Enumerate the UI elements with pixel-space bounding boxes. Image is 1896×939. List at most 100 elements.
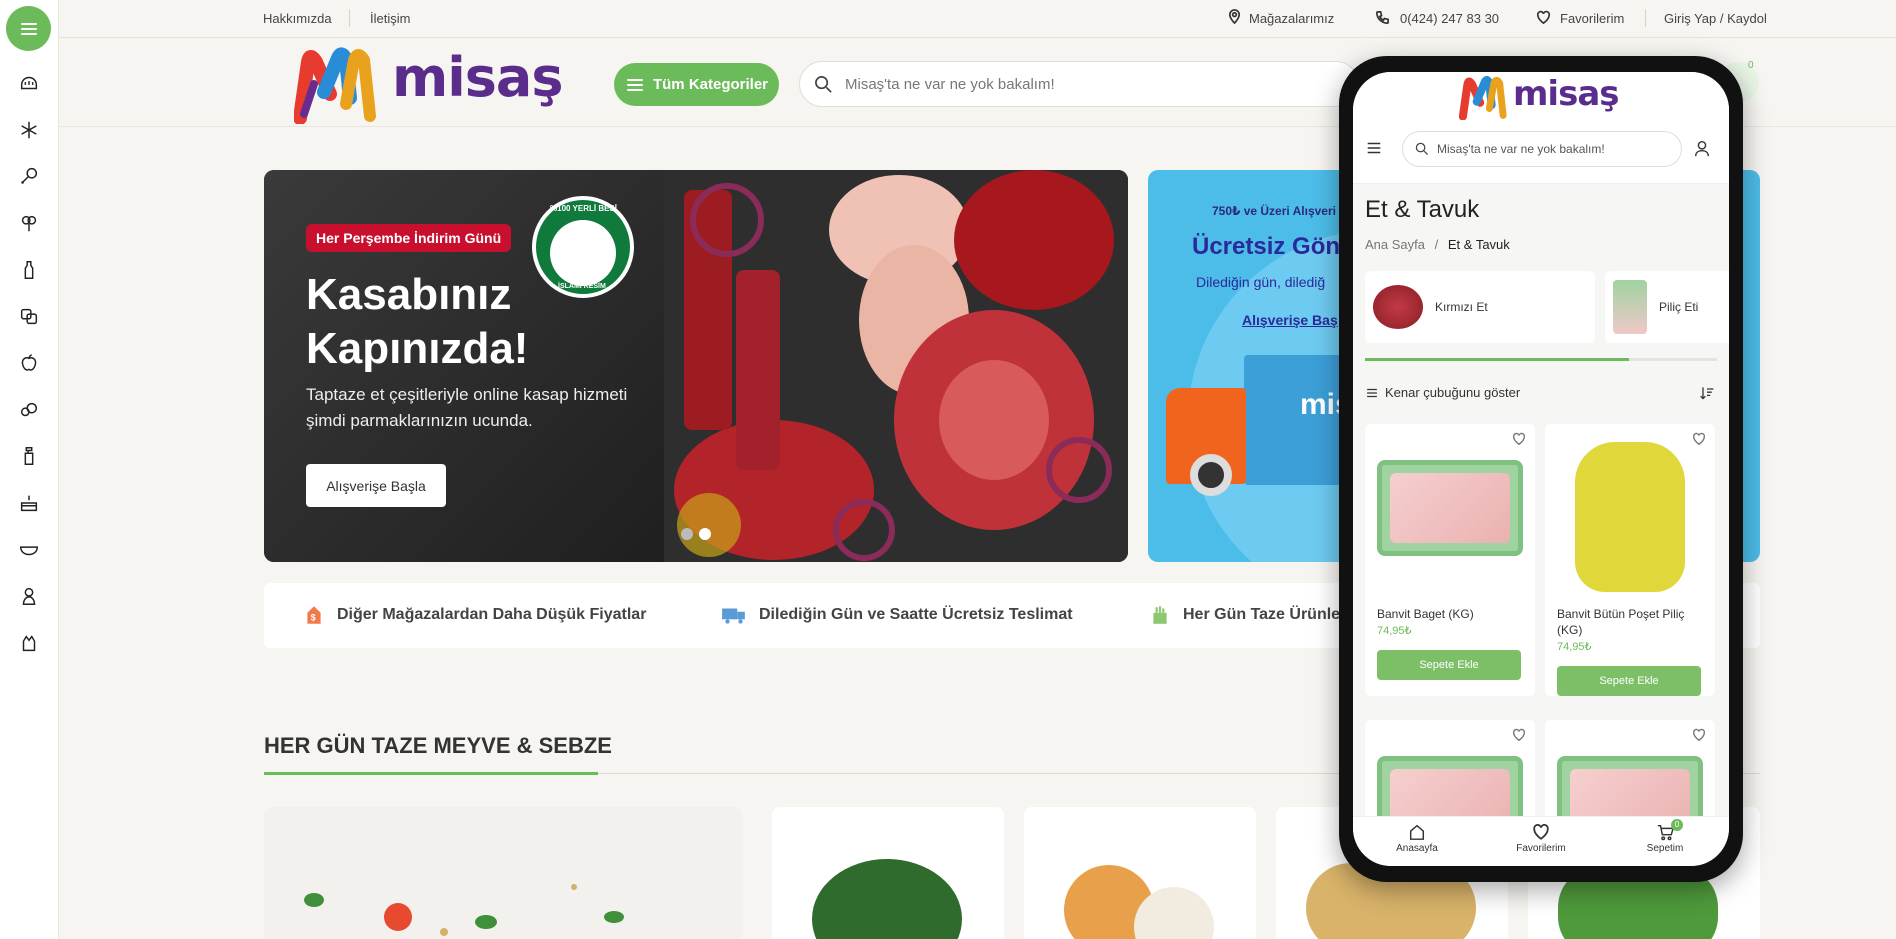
truck-icon xyxy=(722,608,745,624)
snowflake-icon[interactable] xyxy=(14,115,44,145)
phone-menu-button[interactable] xyxy=(1365,139,1383,162)
bowl-icon[interactable] xyxy=(14,534,44,564)
breadcrumb: Ana Sayfa / Et & Tavuk xyxy=(1365,237,1510,252)
favorite-heart-icon[interactable] xyxy=(1692,432,1706,451)
phone-search-input[interactable]: Misaş'ta ne var ne yok bakalım! xyxy=(1402,131,1682,167)
favorite-heart-icon[interactable] xyxy=(1692,728,1706,747)
seal-bottom-text: İSLAMİ KESİM xyxy=(558,283,606,290)
breadcrumb-current: Et & Tavuk xyxy=(1447,237,1510,252)
watermelon-image xyxy=(812,859,962,939)
phone-number[interactable]: 0(424) 247 83 30 xyxy=(1400,11,1499,26)
nav-home[interactable]: Anasayfa xyxy=(1367,823,1467,854)
breadcrumb-separator: / xyxy=(1434,237,1439,252)
add-to-cart-button[interactable]: Sepete Ekle xyxy=(1377,650,1521,680)
product-card[interactable] xyxy=(1365,720,1535,852)
subcategory-red-meat[interactable]: Kırmızı Et xyxy=(1365,271,1595,343)
search-icon xyxy=(1415,142,1429,156)
sort-button[interactable] xyxy=(1699,385,1715,406)
subcategory-chicken[interactable]: Piliç Eti xyxy=(1605,271,1729,343)
scrollbar-thumb[interactable] xyxy=(1365,358,1629,361)
apple-icon[interactable] xyxy=(14,348,44,378)
cheese-icon[interactable] xyxy=(14,301,44,331)
cake-icon[interactable] xyxy=(14,488,44,518)
about-link[interactable]: Hakkımızda xyxy=(263,11,332,26)
favorite-heart-icon[interactable] xyxy=(1512,728,1526,747)
show-sidebar-label: Kenar çubuğunu göster xyxy=(1385,385,1521,400)
product-card[interactable] xyxy=(1024,807,1256,939)
nav-cart[interactable]: Sepetim xyxy=(1615,823,1715,854)
divider xyxy=(349,9,350,27)
heart-icon xyxy=(1536,10,1551,30)
logo-text[interactable]: misaş xyxy=(392,46,563,109)
divider xyxy=(1645,9,1646,27)
phone-logo-text[interactable]: misaş xyxy=(1513,74,1619,114)
delivery-line3: Dilediğin gün, dilediğ xyxy=(1196,274,1326,290)
all-categories-label: Tüm Kategoriler xyxy=(652,76,769,93)
nav-favorites[interactable]: Favorilerim xyxy=(1491,823,1591,854)
login-link[interactable]: Giriş Yap / Kaydol xyxy=(1664,11,1767,26)
cleaning-icon[interactable] xyxy=(14,441,44,471)
favorite-heart-icon[interactable] xyxy=(1512,432,1526,451)
hero-title-line1: Kasabınız xyxy=(306,270,512,319)
breadcrumb-home[interactable]: Ana Sayfa xyxy=(1365,237,1425,252)
logo-mark[interactable] xyxy=(293,44,376,125)
snacks-icon[interactable] xyxy=(14,395,44,425)
delivery-line2: Ücretsiz Gönd xyxy=(1192,233,1355,260)
seal-top-text: %100 YERLİ BESİ xyxy=(550,204,617,213)
product-card[interactable]: Banvit Bütün Poşet Piliç (KG) 74,95₺ Sep… xyxy=(1545,424,1715,696)
product-image xyxy=(1377,460,1523,556)
delivery-link[interactable]: Alışverişe Baş xyxy=(1242,312,1338,328)
bottle-icon[interactable] xyxy=(14,255,44,285)
section-accent xyxy=(264,772,598,775)
phone-search-placeholder: Misaş'ta ne var ne yok bakalım! xyxy=(1437,142,1605,156)
stores-link[interactable]: Mağazalarımız xyxy=(1249,11,1334,26)
phone-logo-mark[interactable] xyxy=(1458,74,1507,121)
product-card[interactable]: Banvit Baget (KG) 74,95₺ Sepete Ekle xyxy=(1365,424,1535,696)
user-icon xyxy=(1694,140,1710,157)
phone-icon xyxy=(1375,10,1390,30)
contact-link[interactable]: İletişim xyxy=(370,11,410,26)
phone-mockup: misaş Misaş'ta ne var ne yok bakalım! Et… xyxy=(1339,56,1743,882)
menu-icon xyxy=(20,22,37,35)
feature-label: Diğer Mağazalardan Daha Düşük Fiyatlar xyxy=(337,606,647,623)
baby-icon[interactable] xyxy=(14,581,44,611)
meat-image xyxy=(664,170,1128,562)
hero-subtitle-line1: Taptaze et çeşitleriyle online kasap hiz… xyxy=(306,385,628,404)
pet-icon[interactable] xyxy=(14,628,44,658)
location-icon xyxy=(1227,9,1242,29)
feature-fresh: Her Gün Taze Ürünler xyxy=(1149,604,1346,626)
meat-icon[interactable] xyxy=(14,161,44,191)
product-name[interactable]: Banvit Baget (KG) xyxy=(1377,606,1527,622)
subcategory-scrollbar[interactable] xyxy=(1365,358,1717,361)
product-card[interactable] xyxy=(772,807,1004,939)
hero-subtitle: Taptaze et çeşitleriyle online kasap hiz… xyxy=(306,382,627,434)
vegetables-icon[interactable] xyxy=(14,208,44,238)
promo-card[interactable] xyxy=(264,807,742,939)
product-name[interactable]: Banvit Bütün Poşet Piliç (KG) xyxy=(1557,606,1707,638)
slider-dot-2[interactable] xyxy=(699,528,711,540)
search-placeholder: Misaş'ta ne var ne yok bakalım! xyxy=(845,75,1055,93)
favorites-link[interactable]: Favorilerim xyxy=(1560,11,1624,26)
menu-icon xyxy=(1367,142,1381,154)
nav-label: Favorilerim xyxy=(1516,843,1566,854)
slider-dot-1[interactable] xyxy=(681,528,693,540)
product-card[interactable] xyxy=(1545,720,1715,852)
all-categories-button[interactable]: Tüm Kategoriler xyxy=(614,63,779,106)
phone-bottom-nav: Anasayfa Favorilerim Sepetim 0 xyxy=(1353,816,1729,866)
user-button[interactable] xyxy=(1693,139,1711,162)
search-input[interactable]: Misaş'ta ne var ne yok bakalım! xyxy=(799,61,1359,107)
add-to-cart-button[interactable]: Sepete Ekle xyxy=(1557,666,1701,696)
start-shopping-button[interactable]: Alışverişe Başla xyxy=(306,464,446,507)
nav-label: Sepetim xyxy=(1646,843,1684,854)
feature-prices: $ Diğer Mağazalardan Daha Düşük Fiyatlar xyxy=(303,604,646,626)
menu-icon xyxy=(1367,388,1377,397)
menu-button[interactable] xyxy=(6,6,51,51)
show-sidebar-button[interactable]: Kenar çubuğunu göster xyxy=(1365,385,1520,400)
cart-count-badge: 0 xyxy=(1671,819,1683,831)
hero-slider[interactable]: Her Perşembe İndirim Günü %100 YERLİ BES… xyxy=(264,170,1128,562)
red-meat-image xyxy=(1373,285,1423,329)
bread-icon[interactable] xyxy=(14,68,44,98)
chicken-image xyxy=(1613,280,1647,334)
category-rail xyxy=(0,0,59,939)
quality-seal: %100 YERLİ BESİ İSLAMİ KESİM xyxy=(532,196,634,298)
